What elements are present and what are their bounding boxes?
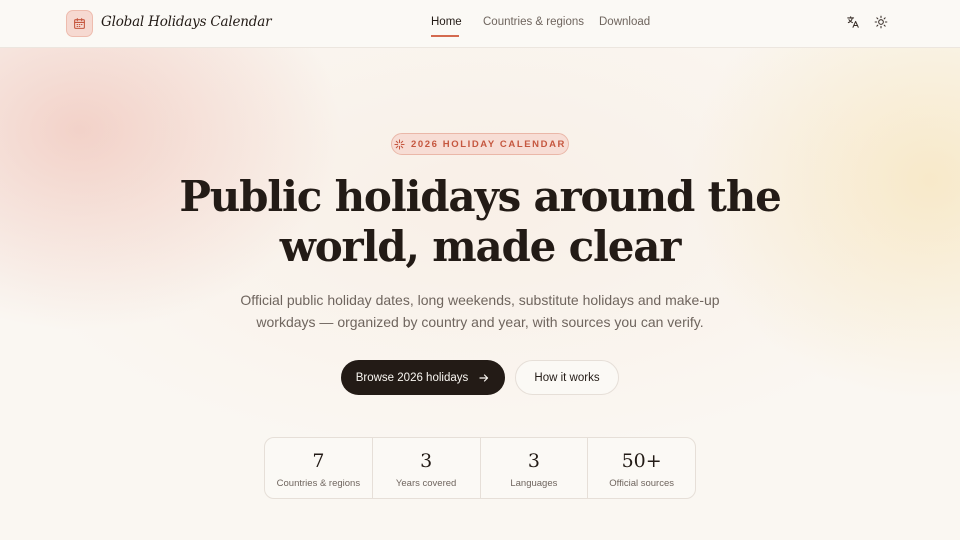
sparkle-icon bbox=[394, 138, 405, 150]
hero-subtitle-line-2: workdays — organized by country and year… bbox=[256, 314, 704, 330]
language-button[interactable] bbox=[846, 15, 862, 31]
stat-value: 3 bbox=[420, 450, 433, 472]
hero-badge: 2026 HOLIDAY CALENDAR bbox=[391, 133, 569, 155]
how-it-works-button[interactable]: How it works bbox=[515, 360, 619, 395]
stats-panel: 7 Countries & regions 3 Years covered 3 … bbox=[264, 437, 696, 499]
hero-badge-label: 2026 HOLIDAY CALENDAR bbox=[410, 138, 567, 150]
hero-subtitle-line-1: Official public holiday dates, long week… bbox=[240, 292, 720, 308]
stat-value: 50+ bbox=[621, 450, 662, 472]
stat-years-covered: 3 Years covered bbox=[371, 438, 480, 498]
nav-download[interactable]: Download bbox=[599, 16, 650, 28]
hero-title: Public holidays around the world, made c… bbox=[0, 172, 960, 272]
stat-label: Countries & regions bbox=[276, 478, 361, 489]
stat-label: Languages bbox=[510, 478, 558, 489]
nav-countries-regions[interactable]: Countries & regions bbox=[483, 16, 584, 28]
theme-toggle-button[interactable] bbox=[874, 15, 890, 31]
nav-home[interactable]: Home bbox=[431, 16, 462, 28]
arrow-right-icon bbox=[479, 373, 489, 382]
browse-holidays-button[interactable]: Browse 2026 holidays bbox=[341, 360, 505, 395]
top-navbar: Global Holidays Calendar Home Countries … bbox=[0, 0, 960, 48]
brand-logo[interactable] bbox=[66, 10, 93, 37]
hero-title-line-2: world, made clear bbox=[279, 222, 682, 271]
stat-label: Official sources bbox=[609, 478, 674, 489]
sun-icon bbox=[874, 15, 888, 29]
hero-subtitle: Official public holiday dates, long week… bbox=[240, 289, 720, 333]
stat-countries-regions: 7 Countries & regions bbox=[265, 438, 372, 498]
translate-icon bbox=[847, 16, 859, 28]
browse-holidays-label: Browse 2026 holidays bbox=[355, 371, 469, 384]
brand-name[interactable]: Global Holidays Calendar bbox=[101, 14, 272, 30]
nav-active-indicator bbox=[431, 35, 459, 37]
stat-value: 7 bbox=[312, 450, 325, 472]
stat-official-sources: 50+ Official sources bbox=[587, 438, 695, 498]
stat-value: 3 bbox=[527, 450, 540, 472]
hero-title-line-1: Public holidays around the bbox=[179, 172, 781, 221]
stat-label: Years covered bbox=[395, 478, 457, 489]
calendar-icon bbox=[74, 18, 85, 29]
stat-languages: 3 Languages bbox=[479, 438, 588, 498]
